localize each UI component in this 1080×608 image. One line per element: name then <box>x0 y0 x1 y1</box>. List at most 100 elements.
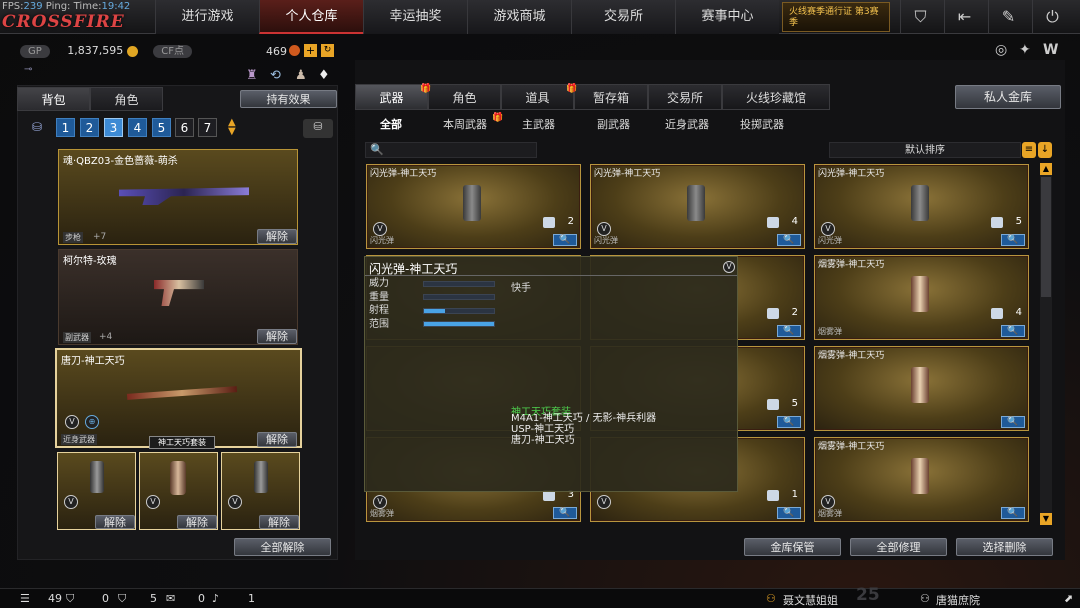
release-button[interactable]: 解除 <box>95 515 135 529</box>
subtab-secondary[interactable]: 副武器 <box>597 116 630 132</box>
volume-icon[interactable]: ♪ <box>212 592 219 605</box>
release-button[interactable]: 解除 <box>257 432 297 447</box>
tab-stash[interactable]: 暂存箱 <box>574 84 648 110</box>
gp-label: GP <box>20 45 50 58</box>
private-vault-button[interactable]: 私人金库 <box>955 85 1061 109</box>
grid-card[interactable]: 烟雾弹-神工天巧 4 烟雾弹 🔍 <box>814 255 1029 340</box>
grid-card[interactable]: 闪光弹-神工天巧 V 2 闪光弹 🔍 <box>366 164 581 249</box>
bird-icon[interactable]: ✦ <box>1019 42 1031 58</box>
tab-exchange[interactable]: 交易所 <box>648 84 722 110</box>
inspect-button[interactable]: 🔍 <box>1001 234 1025 246</box>
menu-icon[interactable]: ☰ <box>20 592 30 605</box>
fps-value: 239 <box>23 1 43 12</box>
inspect-button[interactable]: 🔍 <box>1001 416 1025 428</box>
nav-play[interactable]: 进行游戏 <box>155 0 259 34</box>
expand-icon[interactable]: ⬈ <box>1064 592 1073 605</box>
inspect-button[interactable]: 🔍 <box>1001 325 1025 337</box>
search-input[interactable]: 🔍 <box>365 142 537 158</box>
tab-weapons[interactable]: 武器 <box>355 84 428 110</box>
nav-trade[interactable]: 交易所 <box>571 0 675 34</box>
release-button[interactable]: 解除 <box>177 515 217 529</box>
grenade-image <box>911 367 929 403</box>
holding-effects-button[interactable]: 持有效果 <box>240 90 337 108</box>
shield-icon[interactable]: ⛉ <box>900 0 940 34</box>
nav-lucky-draw[interactable]: 幸运抽奖 <box>363 0 467 34</box>
coin-icon <box>126 45 138 57</box>
person-icon[interactable]: ♟ <box>295 68 307 83</box>
grenade-image <box>911 185 929 221</box>
tab-props[interactable]: 道具 <box>501 84 574 110</box>
page-stepper-icon[interactable]: ▲ ▼ <box>228 118 236 137</box>
power-icon[interactable]: ⏻ <box>1032 0 1072 34</box>
release-button[interactable]: 解除 <box>257 329 297 344</box>
tab-backpack[interactable]: 背包 <box>17 87 90 111</box>
add-cf-icon[interactable]: + <box>304 44 317 57</box>
page-6[interactable]: 6 <box>175 118 194 137</box>
refresh-cf-icon[interactable]: ↻ <box>321 44 334 57</box>
inspect-button[interactable]: 🔍 <box>777 325 801 337</box>
select-delete-button[interactable]: 选择删除 <box>956 538 1053 556</box>
subtab-all[interactable]: 全部 <box>380 116 402 132</box>
item-card[interactable]: 柯尔特-玫瑰 副武器 +4 解除 <box>58 249 298 345</box>
grid-card[interactable]: 烟雾弹-神工天巧 V 烟雾弹 🔍 <box>814 437 1029 522</box>
nav-events[interactable]: 赛事中心 <box>675 0 779 34</box>
w-logo-icon[interactable]: W <box>1043 42 1058 58</box>
wrench-icon[interactable]: ✎ <box>988 0 1028 34</box>
subtab-throwing[interactable]: 投掷武器 <box>740 116 784 132</box>
sort-bag-icon[interactable]: ⛁ <box>303 119 333 138</box>
sort-direction-icon[interactable]: ↓ <box>1038 142 1052 158</box>
grenade-card[interactable]: V 解除 <box>221 452 300 530</box>
page-4[interactable]: 4 <box>128 118 147 137</box>
inspect-button[interactable]: 🔍 <box>1001 507 1025 519</box>
box-icon <box>991 217 1003 228</box>
list-icon[interactable]: ≡ <box>1022 142 1036 158</box>
release-button[interactable]: 解除 <box>257 229 297 244</box>
box-icon <box>767 399 779 410</box>
release-all-button[interactable]: 全部解除 <box>234 538 331 556</box>
swap-icon[interactable]: ⟲ <box>270 68 281 83</box>
exit-icon[interactable]: ⇤ <box>944 0 984 34</box>
vault-store-button[interactable]: 金库保管 <box>744 538 841 556</box>
friend-name-1: 聂文慧姐姐 <box>783 594 838 607</box>
globe-icon[interactable]: ◎ <box>995 42 1007 58</box>
scroll-up-icon: ▲ <box>1040 163 1052 175</box>
tab-collection[interactable]: 火线珍藏馆 <box>722 84 830 110</box>
scroll-thumb[interactable] <box>1041 177 1051 297</box>
grenade-card[interactable]: V 解除 <box>139 452 218 530</box>
chat-icon[interactable]: ✉ <box>166 592 175 605</box>
repair-all-button[interactable]: 全部修理 <box>850 538 947 556</box>
subtab-primary[interactable]: 主武器 <box>522 116 555 132</box>
nav-shop[interactable]: 游戏商城 <box>467 0 571 34</box>
inspect-button[interactable]: 🔍 <box>553 234 577 246</box>
sort-dropdown[interactable]: 默认排序 <box>829 142 1021 158</box>
bag-icon[interactable]: ♦ <box>318 68 330 83</box>
inspect-button[interactable]: 🔍 <box>777 416 801 428</box>
item-card[interactable]: 魂·QBZ03-金色蔷薇-萌杀 步枪 +7 解除 <box>58 149 298 245</box>
page-5[interactable]: 5 <box>152 118 171 137</box>
inspect-button[interactable]: 🔍 <box>553 507 577 519</box>
subtab-weekly[interactable]: 本周武器 <box>443 116 487 132</box>
nav-inventory[interactable]: 个人仓库 <box>259 0 363 34</box>
page-1[interactable]: 1 <box>56 118 75 137</box>
tab-roles[interactable]: 角色 <box>428 84 501 110</box>
page-7[interactable]: 7 <box>198 118 217 137</box>
stat-bar-range <box>423 308 495 314</box>
page-3[interactable]: 3 <box>104 118 123 137</box>
inspect-button[interactable]: 🔍 <box>777 507 801 519</box>
grid-card[interactable]: 闪光弹-神工天巧 V 5 闪光弹 🔍 <box>814 164 1029 249</box>
grid-card[interactable]: 烟雾弹-神工天巧 🔍 <box>814 346 1029 431</box>
item-card-selected[interactable]: 唐刀-神工天巧 V ⊕ 近身武器 神工天巧套装 解除 <box>55 348 302 449</box>
inspect-button[interactable]: 🔍 <box>777 234 801 246</box>
grenade-card[interactable]: V 解除 <box>57 452 136 530</box>
subtab-melee[interactable]: 近身武器 <box>665 116 709 132</box>
friend-icon: ⚇ <box>920 592 930 605</box>
stats-icon[interactable]: ♜ <box>246 68 258 83</box>
item-tooltip: 闪光弹-神工天巧 V 威力 重量 射程 范围 快手 神工天巧套装 M4A1-神工天巧… <box>364 256 738 492</box>
page-2[interactable]: 2 <box>80 118 99 137</box>
season-pass-banner[interactable]: 火线赛季通行证 第3赛季 <box>782 2 890 32</box>
grid-scrollbar[interactable]: ▲ ▼ <box>1040 163 1052 525</box>
grid-card[interactable]: 闪光弹-神工天巧 V 4 闪光弹 🔍 <box>590 164 805 249</box>
tab-character[interactable]: 角色 <box>90 87 163 111</box>
v-badge-icon: V <box>821 222 835 236</box>
release-button[interactable]: 解除 <box>259 515 299 529</box>
